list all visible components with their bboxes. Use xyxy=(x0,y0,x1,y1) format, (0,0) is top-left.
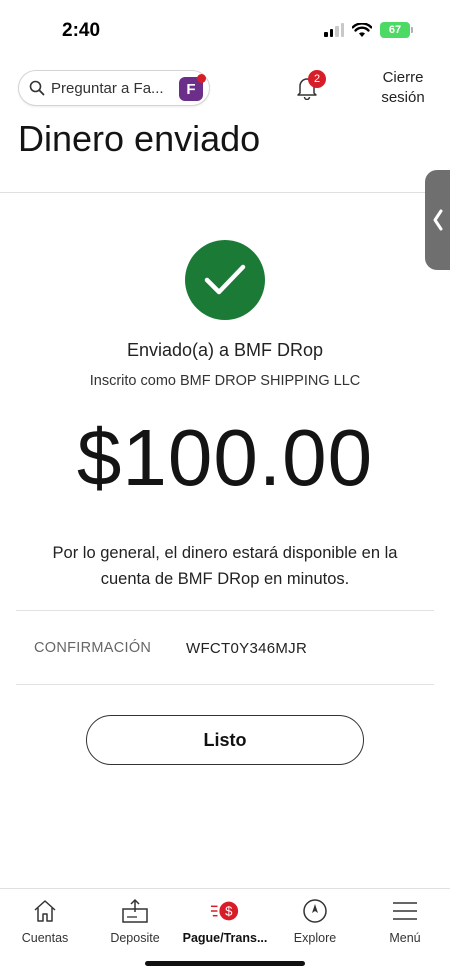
nav-item-accounts[interactable]: Cuentas xyxy=(0,889,90,975)
search-icon xyxy=(29,80,45,96)
fargo-letter: F xyxy=(186,80,196,98)
header-divider xyxy=(0,192,450,193)
battery-level: 67 xyxy=(388,24,402,36)
notification-badge: 2 xyxy=(308,70,326,88)
chevron-left-icon xyxy=(433,209,442,231)
battery-icon: 67 xyxy=(380,22,413,38)
nav-label: Menú xyxy=(389,931,421,945)
nav-label: Deposite xyxy=(110,931,160,945)
home-icon xyxy=(30,897,60,925)
enrolled-as: Inscrito como BMF DROP SHIPPING LLC xyxy=(89,373,361,389)
search-input[interactable]: Preguntar a Fa... F xyxy=(18,70,210,106)
status-bar: 2:40 67 xyxy=(0,0,450,60)
logout-button[interactable]: Cierre sesión xyxy=(373,68,433,108)
menu-icon xyxy=(390,897,420,925)
nav-item-menu[interactable]: Menú xyxy=(360,889,450,975)
svg-text:$: $ xyxy=(225,904,233,919)
status-time: 2:40 xyxy=(62,20,101,41)
pay-transfer-icon: $ xyxy=(210,897,240,925)
divider xyxy=(16,684,434,685)
side-panel-handle[interactable] xyxy=(425,170,450,270)
compass-icon xyxy=(300,897,330,925)
sent-to-recipient: Enviado(a) a BMF DRop xyxy=(126,340,324,360)
deposit-icon xyxy=(120,897,150,925)
confirmation-label: CONFIRMACIÓN xyxy=(34,640,152,656)
status-icons: 67 xyxy=(324,22,413,38)
cellular-signal-icon xyxy=(324,23,344,37)
logout-line1: Cierre xyxy=(382,69,424,86)
nav-label: Explore xyxy=(293,931,337,945)
page-title: Dinero enviado xyxy=(18,118,261,159)
logout-line2: sesión xyxy=(381,89,425,106)
nav-label: Cuentas xyxy=(21,931,69,945)
wifi-icon xyxy=(352,22,372,37)
nav-label: Pague/Trans... xyxy=(182,931,268,945)
search-placeholder: Preguntar a Fa... xyxy=(51,79,164,97)
home-indicator xyxy=(145,961,305,966)
success-check-icon xyxy=(185,240,265,320)
confirmation-code: WFCT0Y346MJR xyxy=(186,640,308,657)
divider xyxy=(16,610,434,611)
availability-note: Por lo general, el dinero estará disponi… xyxy=(52,544,398,588)
fargo-dot xyxy=(197,74,206,83)
transfer-amount: $100.00 xyxy=(76,413,374,502)
done-button[interactable]: Listo xyxy=(86,715,364,765)
fargo-assistant-icon[interactable]: F xyxy=(179,74,206,101)
